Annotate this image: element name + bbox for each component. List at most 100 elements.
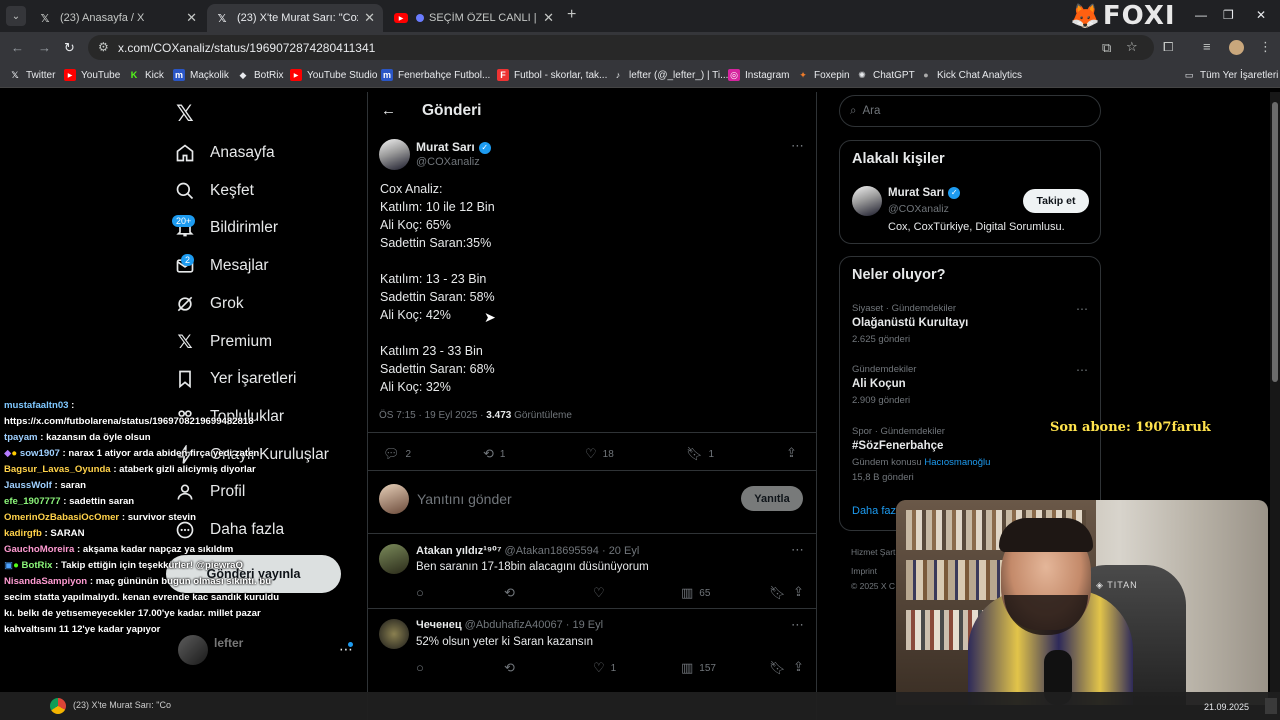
close-icon[interactable]: ✕ — [364, 10, 375, 26]
restore-button[interactable]: ❐ — [1223, 8, 1234, 22]
reply-avatar[interactable] — [379, 544, 409, 574]
nav-premium[interactable]: 𝕏 Premium — [174, 331, 272, 353]
tab-x-post[interactable]: 𝕏 (23) X'te Murat Sarı: "Cox Analiz ✕ — [207, 4, 383, 32]
author-name-row[interactable]: Murat Sarı ✓ — [416, 140, 491, 154]
trend-name[interactable]: Ali Koçun — [852, 378, 906, 390]
install-icon[interactable]: ⧉ — [1102, 40, 1111, 56]
tab-x-home[interactable]: 𝕏 (23) Anasayfa / X ✕ — [30, 4, 205, 32]
page-scrollbar[interactable] — [1270, 92, 1280, 692]
trend-context-link[interactable]: Hacıosmanoğlu — [924, 457, 990, 468]
bookmarks-folder[interactable]: ▭ Tüm Yer İşaretleri — [1183, 69, 1279, 81]
trend-name[interactable]: Olağanüstü Kurultayı — [852, 317, 968, 329]
reply-more-icon[interactable]: ⋯ — [791, 617, 804, 633]
reply-share-action[interactable]: ⇪ — [793, 659, 810, 675]
back-button[interactable]: ← — [11, 40, 24, 55]
reply-more-icon[interactable]: ⋯ — [791, 542, 804, 558]
reply-bookmark-action[interactable]: 🔖︎ — [769, 660, 792, 676]
tab-youtube[interactable]: ▶ SEÇİM ÖZEL CANLI | Kulübü ✕ — [386, 4, 562, 32]
reply-like-action[interactable]: ♡ — [593, 585, 611, 601]
taskbar-window-title[interactable]: (23) X'te Murat Sarı: "Co — [73, 700, 171, 710]
bookmark-chatgpt[interactable]: ✺ ChatGPT — [856, 69, 914, 81]
close-icon[interactable]: ✕ — [186, 10, 197, 26]
post-more-icon[interactable]: ⋯ — [791, 138, 804, 154]
bookmark-kick[interactable]: K Kick — [128, 69, 164, 81]
reply-handle[interactable]: @AbduhafizA40067 — [465, 619, 563, 631]
x-logo-icon[interactable]: 𝕏 — [176, 101, 194, 127]
media-icon[interactable]: ≡ — [1203, 39, 1211, 54]
show-more-link[interactable]: Daha fazl — [852, 505, 898, 517]
bookmark-foxepin[interactable]: ✦ Foxepin — [797, 69, 849, 81]
bookmark-fenerbahce[interactable]: m Fenerbahçe Futbol... — [381, 69, 490, 81]
minimize-button[interactable]: — — [1195, 8, 1207, 22]
account-name[interactable]: lefter — [214, 636, 243, 650]
nav-home[interactable]: Anasayfa — [174, 142, 275, 164]
footer-link[interactable]: Imprint — [851, 566, 877, 576]
trend-more-icon[interactable]: ⋯ — [1076, 302, 1088, 316]
bookmark-futbol[interactable]: F Futbol - skorlar, tak... — [497, 69, 607, 81]
reply-avatar[interactable] — [379, 619, 409, 649]
nav-grok[interactable]: Grok — [174, 293, 244, 315]
related-name[interactable]: Murat Sarı — [888, 187, 944, 199]
scrollbar-thumb[interactable] — [1272, 102, 1278, 382]
reply-repost-action[interactable]: ⟲ — [504, 660, 521, 676]
reload-button[interactable]: ↻ — [64, 40, 75, 56]
bookmark-botrix[interactable]: ◆ BotRix — [237, 69, 284, 81]
reply-author[interactable]: Atakan yıldız¹⁹⁰⁷ — [416, 545, 501, 557]
author-avatar[interactable] — [379, 139, 410, 170]
tab-search-button[interactable]: ⌄ — [6, 6, 26, 26]
reply-item[interactable]: Atakan yıldız¹⁹⁰⁷ @Atakan18695594 · 20 E… — [368, 534, 816, 608]
bookmark-twitter[interactable]: 𝕏 Twitter — [9, 69, 55, 81]
account-avatar[interactable] — [178, 635, 208, 665]
nav-explore[interactable]: Keşfet — [174, 180, 254, 202]
reply-handle[interactable]: @Atakan18695594 — [505, 545, 599, 557]
address-bar[interactable]: ⚙ x.com/COXanaliz/status/196907287428041… — [88, 35, 1154, 60]
bookmark-youtube-studio[interactable]: ▶ YouTube Studio — [290, 69, 377, 81]
author-name[interactable]: Murat Sarı — [416, 140, 475, 154]
reply-views[interactable]: ▥ 65 — [681, 585, 710, 601]
reply-views[interactable]: ▥ 157 — [681, 660, 716, 676]
trend-name[interactable]: #SözFenerbahçe — [852, 440, 943, 452]
star-icon[interactable]: ☆ — [1126, 39, 1138, 55]
trend-more-icon[interactable]: ⋯ — [1076, 363, 1088, 377]
extensions-icon[interactable]: ⧠ — [1163, 39, 1173, 55]
back-arrow-icon[interactable]: ← — [381, 102, 396, 119]
reply-author[interactable]: Чеченец — [416, 619, 462, 631]
bookmark-lefter-tiktok[interactable]: ♪ lefter (@_lefter_) | Ti... — [612, 69, 729, 81]
reply-repost-action[interactable]: ⟲ — [504, 585, 521, 601]
bookmark-youtube[interactable]: ▶ YouTube — [64, 69, 120, 81]
reply-like-action[interactable]: ♡ 1 — [593, 660, 616, 676]
footer-link[interactable]: Hizmet Şart — [851, 547, 895, 557]
close-icon[interactable]: ✕ — [543, 10, 554, 26]
reply-input[interactable]: Yanıtını gönder — [417, 491, 512, 507]
forward-button[interactable]: → — [38, 40, 51, 55]
related-name-row[interactable]: Murat Sarı ✓ — [888, 187, 961, 199]
reply-reply-action[interactable]: ○ — [416, 585, 430, 600]
author-handle[interactable]: @COXanaliz — [416, 156, 480, 168]
reply-button[interactable]: Yanıtla — [741, 486, 803, 511]
close-window-button[interactable]: ✕ — [1256, 8, 1266, 22]
follow-button[interactable]: Takip et — [1023, 189, 1089, 213]
reply-item[interactable]: Чеченец @AbduhafizA40067 · 19 Eyl ⋯ 52% … — [368, 609, 816, 683]
search-input[interactable]: ⌕ Ara — [839, 95, 1101, 127]
reply-date[interactable]: · 20 Eyl — [602, 545, 639, 557]
share-action[interactable]: ⇪ — [786, 445, 803, 461]
bookmark-mackolik[interactable]: m Maçkolik — [173, 69, 229, 81]
related-avatar[interactable] — [852, 186, 882, 216]
related-handle[interactable]: @COXanaliz — [888, 203, 949, 215]
profile-avatar[interactable] — [1229, 40, 1244, 55]
reply-action[interactable]: 💬︎ 2 — [383, 446, 411, 462]
bookmark-action[interactable]: 🔖︎ 1 — [686, 446, 714, 462]
new-tab-button[interactable]: + — [567, 6, 576, 24]
repost-action[interactable]: ⟲ 1 — [483, 446, 505, 462]
menu-icon[interactable]: ⋮ — [1259, 39, 1272, 55]
chrome-icon[interactable] — [50, 698, 66, 714]
nav-bookmarks[interactable]: Yer İşaretleri — [174, 368, 296, 390]
like-action[interactable]: ♡ 18 — [585, 446, 614, 462]
reply-bookmark-action[interactable]: 🔖︎ — [769, 585, 792, 601]
reply-date[interactable]: · 19 Eyl — [566, 619, 603, 631]
bookmark-instagram[interactable]: ◎ Instagram — [728, 69, 789, 81]
reply-reply-action[interactable]: ○ — [416, 660, 430, 675]
bookmark-kick-chat[interactable]: ● Kick Chat Analytics — [920, 69, 1022, 81]
show-desktop-button[interactable] — [1265, 698, 1277, 714]
reply-share-action[interactable]: ⇪ — [793, 584, 810, 600]
